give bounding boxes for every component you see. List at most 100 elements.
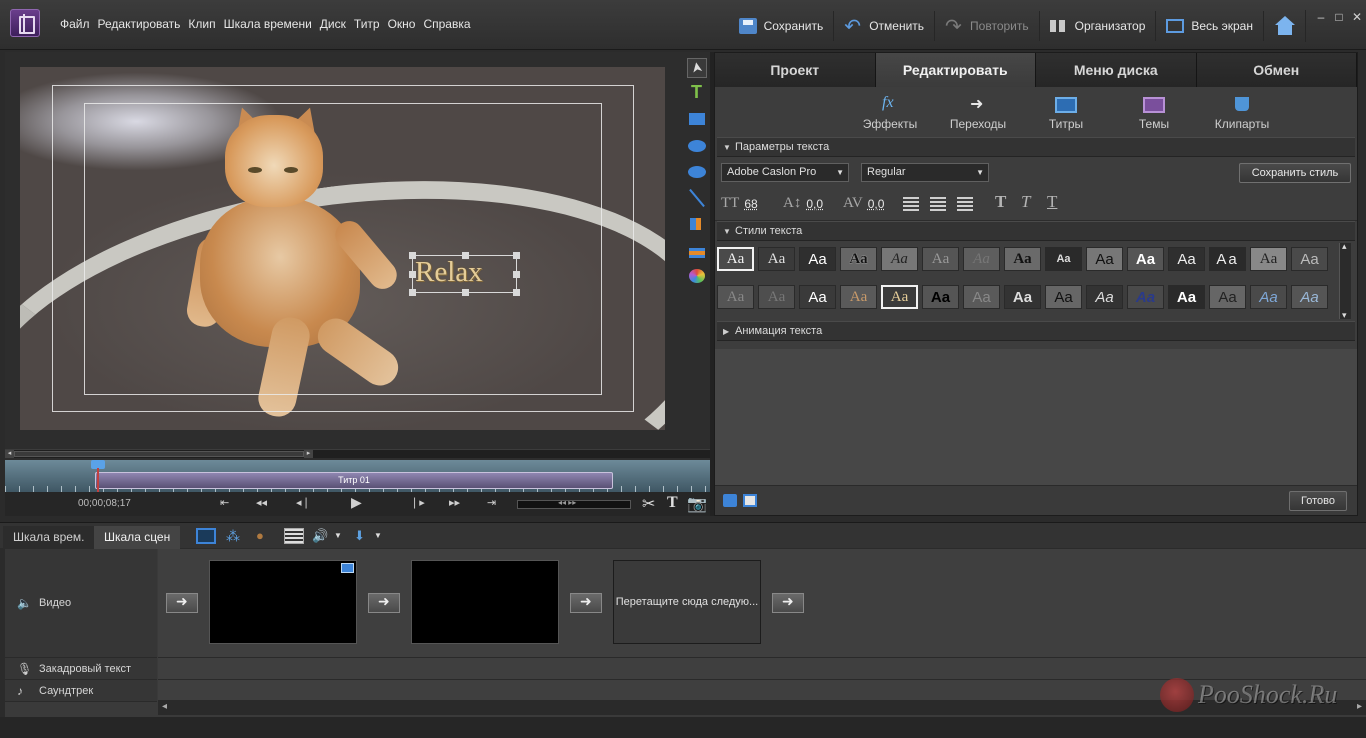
- tab-timeline[interactable]: Шкала врем.: [3, 526, 95, 549]
- kerning-control[interactable]: AV 0,0: [843, 195, 884, 212]
- chevron-down-icon[interactable]: ▼: [334, 531, 354, 547]
- scene-clip[interactable]: [209, 560, 357, 644]
- menu-window[interactable]: Окно: [384, 17, 420, 31]
- subtab-effects[interactable]: Эффекты: [846, 87, 934, 137]
- done-button[interactable]: Готово: [1289, 491, 1347, 511]
- text-style-swatch[interactable]: Aa: [922, 285, 959, 309]
- video-preview[interactable]: Relax: [20, 67, 665, 430]
- rectangle-tool-icon[interactable]: [687, 110, 707, 130]
- text-style-swatch[interactable]: Aa: [1291, 285, 1328, 309]
- text-style-swatch[interactable]: Aa: [881, 247, 918, 271]
- text-style-swatch[interactable]: Aa: [1045, 285, 1082, 309]
- text-tool-icon[interactable]: [687, 82, 707, 104]
- title-clip[interactable]: Титр 01: [95, 472, 613, 489]
- text-style-swatch[interactable]: Aa: [799, 285, 836, 309]
- go-to-start-icon[interactable]: ⇤: [220, 496, 229, 509]
- resize-handle-b[interactable]: [462, 289, 469, 296]
- menu-clip[interactable]: Клип: [184, 17, 219, 31]
- undo-button[interactable]: Отменить: [834, 11, 936, 41]
- resize-handle-tl[interactable]: [409, 252, 416, 259]
- text-style-swatch[interactable]: Aa: [758, 247, 795, 271]
- volume-icon[interactable]: 🔊: [312, 528, 332, 544]
- bold-icon[interactable]: T: [995, 192, 1006, 212]
- text-style-swatch[interactable]: Aa: [840, 247, 877, 271]
- organizer-button[interactable]: Организатор: [1040, 11, 1157, 41]
- scroll-thumb[interactable]: [14, 451, 304, 457]
- transition-slot-icon[interactable]: [570, 593, 602, 613]
- styles-scrollbar[interactable]: [1339, 241, 1351, 321]
- resize-handle-t[interactable]: [462, 252, 469, 259]
- properties-icon[interactable]: [284, 528, 304, 544]
- fast-forward-icon[interactable]: ▸▸: [449, 496, 460, 509]
- coconut-icon[interactable]: ●: [256, 528, 276, 544]
- scene-drop-target[interactable]: Перетащите сюда следую...: [613, 560, 761, 644]
- subtab-titles[interactable]: Титры: [1022, 87, 1110, 137]
- tab-share[interactable]: Обмен: [1196, 53, 1357, 87]
- leading-value[interactable]: 0,0: [806, 197, 823, 211]
- selection-tool-icon[interactable]: [687, 58, 707, 78]
- italic-icon[interactable]: T: [1021, 192, 1030, 212]
- resize-handle-tr[interactable]: [513, 252, 520, 259]
- subtab-transitions[interactable]: Переходы: [934, 87, 1022, 137]
- play-icon[interactable]: ▶: [351, 494, 362, 511]
- rounded-rect-tool-icon[interactable]: [687, 136, 707, 156]
- fullscreen-button[interactable]: Весь экран: [1156, 11, 1264, 41]
- line-tool-icon[interactable]: [687, 188, 707, 208]
- text-style-swatch[interactable]: Aa: [1004, 247, 1041, 271]
- menu-title[interactable]: Титр: [350, 17, 384, 31]
- mini-timeline[interactable]: Титр 01: [5, 460, 710, 492]
- tab-disc-menu[interactable]: Меню диска: [1036, 53, 1197, 87]
- save-button[interactable]: Сохранить: [729, 11, 835, 41]
- camera-icon[interactable]: 📷: [687, 494, 707, 514]
- leading-control[interactable]: A↕ 0,0: [783, 195, 823, 212]
- text-style-swatch[interactable]: Aa: [963, 247, 1000, 271]
- microphone-icon[interactable]: 🎙: [17, 658, 32, 680]
- text-style-swatch[interactable]: Aa: [1209, 247, 1246, 271]
- timecode[interactable]: 00;00;08;17: [78, 498, 131, 509]
- text-style-swatch[interactable]: Aa: [1004, 285, 1041, 309]
- subtab-clipart[interactable]: Клипарты: [1198, 87, 1286, 137]
- shuttle-slider[interactable]: [517, 498, 631, 509]
- text-style-swatch[interactable]: Aa: [1209, 285, 1246, 309]
- title-text-box[interactable]: Relax: [409, 252, 520, 296]
- font-style-select[interactable]: Regular ▼: [861, 163, 989, 182]
- color-palette-icon[interactable]: [687, 266, 707, 286]
- step-forward-icon[interactable]: ❘▸: [410, 496, 425, 509]
- align-left-icon[interactable]: [903, 197, 919, 211]
- home-button[interactable]: [1264, 10, 1306, 42]
- minimize-button[interactable]: –: [1312, 10, 1330, 24]
- text-style-swatch[interactable]: Aa: [717, 247, 754, 271]
- monitor-scrollbar[interactable]: ◂ ▸: [5, 449, 710, 458]
- speaker-icon[interactable]: 🔈: [17, 549, 32, 658]
- playhead[interactable]: [91, 460, 105, 492]
- track-lane-video[interactable]: Перетащите сюда следую...: [158, 549, 1366, 658]
- close-button[interactable]: ✕: [1348, 10, 1366, 24]
- redo-button[interactable]: Повторить: [935, 11, 1040, 41]
- align-right-icon[interactable]: [957, 197, 973, 211]
- add-text-icon[interactable]: T: [667, 494, 678, 512]
- go-to-end-icon[interactable]: ⇥: [487, 496, 496, 509]
- text-style-swatch[interactable]: Aa: [799, 247, 836, 271]
- tab-project[interactable]: Проект: [715, 53, 876, 87]
- section-text-animation[interactable]: ▶ Анимация текста: [717, 321, 1355, 341]
- text-style-swatch[interactable]: Aa: [922, 247, 959, 271]
- music-icon[interactable]: ♪: [17, 680, 23, 702]
- align-center-icon[interactable]: [930, 197, 946, 211]
- menu-file[interactable]: Файл: [56, 17, 94, 31]
- align-tool-icon[interactable]: [687, 214, 707, 234]
- rewind-icon[interactable]: ◂◂: [256, 496, 267, 509]
- text-style-swatch[interactable]: Aa: [963, 285, 1000, 309]
- resize-handle-bl[interactable]: [409, 289, 416, 296]
- menu-edit[interactable]: Редактировать: [94, 17, 185, 31]
- resize-handle-l[interactable]: [409, 271, 416, 278]
- text-style-swatch[interactable]: Aa: [758, 285, 795, 309]
- menu-help[interactable]: Справка: [419, 17, 474, 31]
- scroll-left-icon[interactable]: ◂: [5, 450, 14, 458]
- transition-slot-icon[interactable]: [772, 593, 804, 613]
- section-text-params[interactable]: ▼ Параметры текста: [717, 137, 1355, 157]
- text-style-swatch[interactable]: Aa: [1045, 247, 1082, 271]
- title-text[interactable]: Relax: [415, 256, 483, 289]
- transition-slot-icon[interactable]: [166, 593, 198, 613]
- text-style-swatch[interactable]: Aa: [1291, 247, 1328, 271]
- text-style-swatch[interactable]: Aa: [1127, 285, 1164, 309]
